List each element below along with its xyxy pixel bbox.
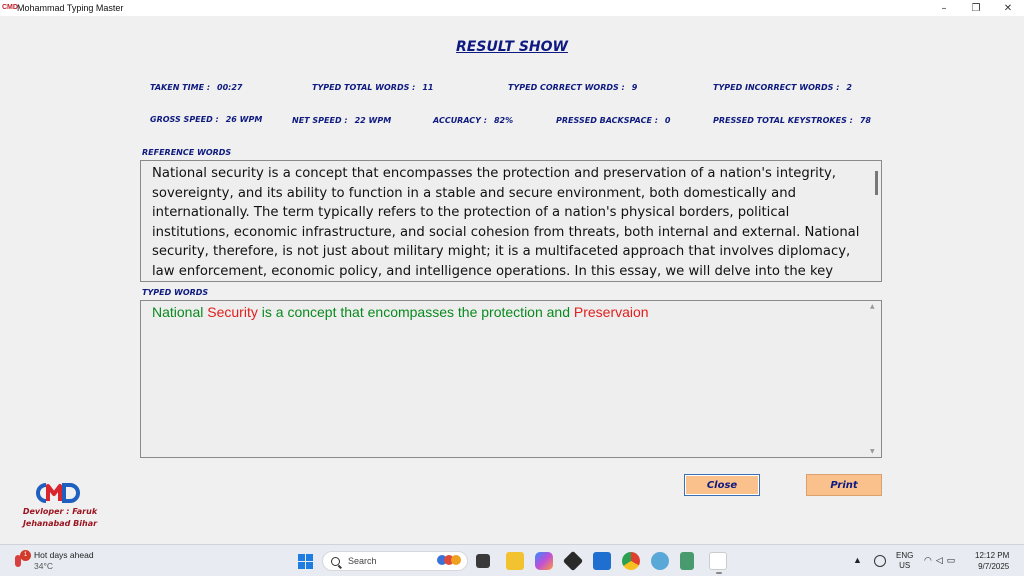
stat-value: 00:27 <box>217 83 243 92</box>
keyboard-region: US <box>899 561 911 570</box>
developer-logo-icon <box>36 483 80 503</box>
stat-label: PRESSED TOTAL KEYSTROKES : <box>713 116 853 125</box>
correct-word: the <box>457 304 478 320</box>
result-heading-row: RESULT SHOW <box>0 36 1024 55</box>
incorrect-word: Security <box>207 304 258 320</box>
taskbar-search[interactable]: Search <box>322 551 468 571</box>
wifi-icon: ◠ <box>924 555 936 565</box>
vpn-icon[interactable] <box>874 555 886 567</box>
stat-value: 26 WPM <box>225 115 263 124</box>
stat-value: 82% <box>493 116 514 125</box>
stat-typed-correct-words: TYPED CORRECT WORDS : 9 <box>508 83 637 92</box>
typed-text: National Security is a concept that enco… <box>152 304 649 320</box>
volume-icon: ◁ <box>935 555 947 565</box>
language-indicator[interactable]: ENG US <box>896 551 913 576</box>
reference-scrollbar[interactable] <box>875 171 878 195</box>
stat-value: 78 <box>859 116 871 125</box>
task-view-icon[interactable] <box>476 554 490 568</box>
typing-master-icon[interactable] <box>709 552 727 574</box>
reference-text: National security is a concept that enco… <box>152 166 860 279</box>
stat-label: TAKEN TIME : <box>150 83 211 92</box>
stat-pressed-backspace: PRESSED BACKSPACE : 0 <box>556 116 670 125</box>
taskbar: 1 Hot days ahead 34°C Search ▲ ENG US ◠◁… <box>0 544 1024 576</box>
typed-words-box[interactable]: National Security is a concept that enco… <box>140 300 882 458</box>
correct-word: and <box>546 304 570 320</box>
close-button[interactable]: Close <box>684 474 760 496</box>
copilot-icon[interactable] <box>535 552 553 570</box>
reference-words-label: REFERENCE WORDS <box>142 148 232 157</box>
clock[interactable]: 12:12 PM 9/7/2025 <box>975 550 1009 576</box>
scroll-down-icon[interactable]: ▼ <box>870 448 875 455</box>
stat-accuracy: ACCURACY : 82% <box>433 116 513 125</box>
weather-widget[interactable]: 1 Hot days ahead 34°C <box>10 550 94 572</box>
stat-value: 0 <box>664 116 671 125</box>
stat-taken-time: TAKEN TIME : 00:27 <box>150 83 242 92</box>
weather-badge: 1 <box>20 550 31 561</box>
capcut-icon[interactable] <box>562 550 584 572</box>
window-title: Mohammad Typing Master <box>17 3 124 13</box>
weather-temp: 34°C <box>34 561 53 571</box>
chevron-up-icon[interactable]: ▲ <box>853 555 862 576</box>
clock-time: 12:12 PM <box>975 551 1010 560</box>
reference-words-box[interactable]: National security is a concept that enco… <box>140 160 882 282</box>
notepad-icon[interactable] <box>680 552 694 570</box>
stat-label: ACCURACY : <box>433 116 487 125</box>
stat-value: 11 <box>422 83 434 92</box>
print-button[interactable]: Print <box>806 474 882 496</box>
store-icon[interactable] <box>593 552 611 570</box>
developer-credit: Devloper : Faruk Jehanabad Bihar <box>22 506 98 530</box>
stat-label: TYPED TOTAL WORDS : <box>312 83 416 92</box>
stat-typed-total-words: TYPED TOTAL WORDS : 11 <box>312 83 433 92</box>
typed-scrollbar[interactable]: ▲ ▼ <box>867 301 881 457</box>
correct-word: protection <box>481 304 543 320</box>
correct-word: is <box>261 304 272 320</box>
language-code: ENG <box>896 551 914 560</box>
clock-date: 9/7/2025 <box>978 562 1010 571</box>
developer-name: Devloper : Faruk <box>22 507 98 516</box>
title-bar: CMD Mohammad Typing Master – ❐ ✕ <box>0 0 1024 16</box>
stat-value: 9 <box>631 83 638 92</box>
search-placeholder: Search <box>348 556 377 566</box>
system-tray-icons[interactable]: ◠◁▭ <box>924 555 959 576</box>
weather-title: Hot days ahead <box>34 550 94 560</box>
incorrect-word: Preservaion <box>573 304 649 320</box>
chrome-icon[interactable] <box>622 552 640 570</box>
search-icon <box>331 556 340 566</box>
stat-pressed-total-keystrokes: PRESSED TOTAL KEYSTROKES : 78 <box>713 116 871 125</box>
stat-label: NET SPEED : <box>292 116 348 125</box>
app-logo-icon: CMD <box>2 4 18 11</box>
stat-net-speed: NET SPEED : 22 WPM <box>292 116 391 125</box>
minimize-button[interactable]: – <box>928 0 960 16</box>
stat-value: 22 WPM <box>354 116 392 125</box>
stat-label: PRESSED BACKSPACE : <box>556 116 658 125</box>
windows-start-icon[interactable] <box>298 554 313 569</box>
stat-gross-speed: GROSS SPEED : 26 WPM <box>150 115 262 124</box>
page-title: RESULT SHOW <box>456 39 568 55</box>
stat-label: GROSS SPEED : <box>150 115 219 124</box>
stat-typed-incorrect-words: TYPED INCORRECT WORDS : 2 <box>713 83 852 92</box>
correct-word: a <box>275 304 284 320</box>
file-explorer-icon[interactable] <box>506 552 524 570</box>
correct-word: that <box>340 304 364 320</box>
network-icon[interactable] <box>651 552 669 570</box>
correct-word: National <box>152 304 204 320</box>
battery-icon: ▭ <box>946 555 960 565</box>
close-window-button[interactable]: ✕ <box>992 0 1024 16</box>
developer-location: Jehanabad Bihar <box>22 519 98 528</box>
stat-value: 2 <box>846 83 852 92</box>
stat-label: TYPED INCORRECT WORDS : <box>713 83 840 92</box>
stat-label: TYPED CORRECT WORDS : <box>508 83 625 92</box>
search-highlight-icon <box>437 555 461 565</box>
correct-word: concept <box>287 304 337 320</box>
correct-word: encompasses <box>367 304 455 320</box>
typed-words-label: TYPED WORDS <box>142 288 209 297</box>
restore-button[interactable]: ❐ <box>960 0 992 16</box>
thermometer-icon: 1 <box>10 550 31 570</box>
scroll-up-icon[interactable]: ▲ <box>870 303 875 310</box>
window-controls: – ❐ ✕ <box>928 0 1024 16</box>
